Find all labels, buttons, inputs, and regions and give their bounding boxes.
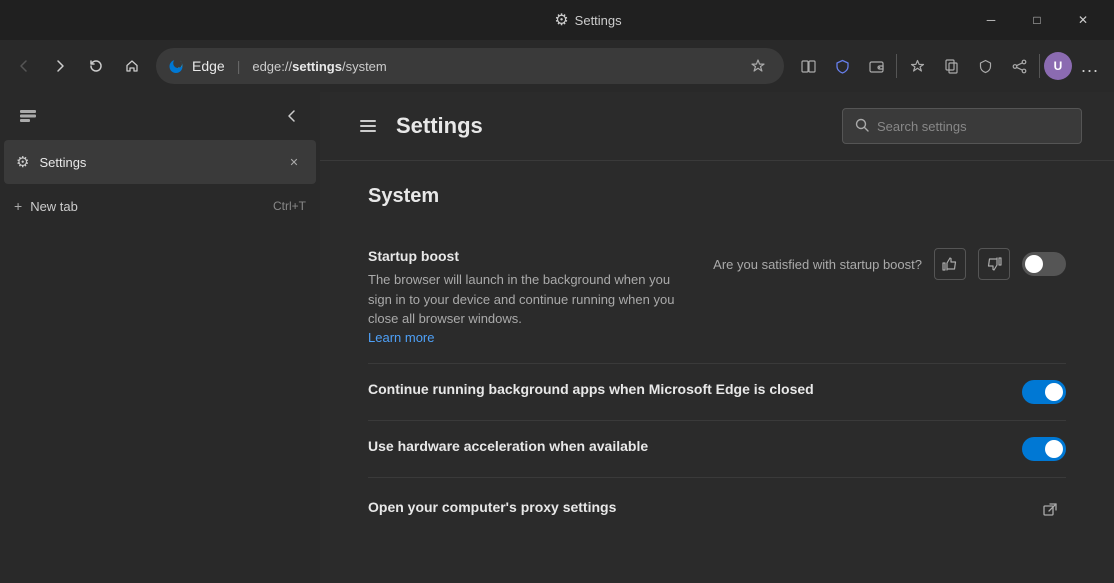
proxy-settings-info: Open your computer's proxy settings — [368, 499, 1010, 521]
startup-boost-name: Startup boost — [368, 248, 689, 264]
hardware-accel-toggle[interactable] — [1022, 437, 1066, 461]
close-button[interactable]: ✕ — [1060, 4, 1106, 36]
settings-menu-button[interactable] — [352, 110, 384, 142]
settings-tab[interactable]: ⚙ Settings ✕ — [4, 140, 316, 184]
new-tab-label: New tab — [30, 199, 265, 214]
startup-boost-desc: The browser will launch in the backgroun… — [368, 270, 689, 329]
background-apps-name: Continue running background apps when Mi… — [368, 381, 998, 397]
sidebar-header — [0, 92, 320, 140]
new-tab-row[interactable]: + New tab Ctrl+T — [0, 184, 320, 228]
hardware-accel-toggle-thumb — [1045, 440, 1063, 458]
main-area: ⚙ Settings ✕ + New tab Ctrl+T Settings — [0, 92, 1114, 583]
refresh-button[interactable] — [80, 50, 112, 82]
startup-boost-toggle-thumb — [1025, 255, 1043, 273]
hardware-accel-row: Use hardware acceleration when available — [368, 437, 1066, 461]
proxy-settings-name: Open your computer's proxy settings — [368, 499, 1010, 515]
sidebar-collapse-button[interactable] — [276, 100, 308, 132]
window-controls: ─ □ ✕ — [968, 4, 1106, 36]
startup-boost-row: Startup boost The browser will launch in… — [368, 248, 1066, 347]
startup-boost-toggle[interactable] — [1022, 252, 1066, 276]
startup-boost-controls: Are you satisfied with startup boost? — [713, 248, 1066, 280]
forward-button[interactable] — [44, 50, 76, 82]
favorite-star-button[interactable] — [744, 52, 772, 80]
search-input[interactable] — [877, 119, 1069, 134]
toolbar-divider-2 — [1039, 54, 1040, 78]
background-apps-toggle-thumb — [1045, 383, 1063, 401]
address-url: edge://settings/system — [252, 59, 386, 74]
settings-tab-gear-icon: ⚙ — [16, 153, 29, 171]
settings-tab-close-button[interactable]: ✕ — [284, 152, 304, 172]
share-button[interactable] — [1003, 50, 1035, 82]
toolbar-divider-1 — [896, 54, 897, 78]
hardware-accel-info: Use hardware acceleration when available — [368, 438, 998, 460]
hardware-accel-toggle-track — [1022, 437, 1066, 461]
more-options-button[interactable]: ... — [1074, 50, 1106, 82]
proxy-settings-controls — [1034, 494, 1066, 526]
split-screen-button[interactable] — [792, 50, 824, 82]
browser-toolbar: Edge | edge://settings/system U — [0, 40, 1114, 92]
new-tab-plus-icon: + — [14, 198, 22, 214]
wallet-button[interactable] — [860, 50, 892, 82]
startup-boost-learn-more-link[interactable]: Learn more — [368, 330, 434, 345]
startup-boost-item: Startup boost The browser will launch in… — [368, 232, 1066, 364]
new-tab-shortcut: Ctrl+T — [273, 199, 306, 213]
settings-header: Settings — [320, 92, 1114, 161]
background-apps-controls — [1022, 380, 1066, 404]
collections-button[interactable] — [935, 50, 967, 82]
minimize-button[interactable]: ─ — [968, 4, 1014, 36]
shield-button[interactable] — [826, 50, 858, 82]
background-apps-toggle[interactable] — [1022, 380, 1066, 404]
proxy-external-link-button[interactable] — [1034, 494, 1066, 526]
settings-search-bar[interactable] — [842, 108, 1082, 144]
window-title: Settings — [575, 13, 622, 28]
background-apps-row: Continue running background apps when Mi… — [368, 380, 1066, 404]
hardware-accel-item: Use hardware acceleration when available — [368, 421, 1066, 478]
address-separator: | — [237, 58, 241, 74]
proxy-settings-item: Open your computer's proxy settings — [368, 478, 1066, 542]
background-apps-item: Continue running background apps when Mi… — [368, 364, 1066, 421]
title-bar-center: ⚙ Settings — [554, 10, 621, 30]
settings-tab-label: Settings — [39, 155, 274, 170]
feedback-question: Are you satisfied with startup boost? — [713, 257, 922, 272]
favorites-button[interactable] — [901, 50, 933, 82]
browser-essentials-button[interactable] — [969, 50, 1001, 82]
profile-avatar-button[interactable]: U — [1044, 52, 1072, 80]
sidebar-logo-button[interactable] — [12, 100, 44, 132]
section-title: System — [368, 185, 1066, 208]
edge-logo-icon — [168, 58, 184, 74]
maximize-button[interactable]: □ — [1014, 4, 1060, 36]
sidebar: ⚙ Settings ✕ + New tab Ctrl+T — [0, 92, 320, 583]
content-area: Settings System Startup boost The browse… — [320, 92, 1114, 583]
address-bar[interactable]: Edge | edge://settings/system — [156, 48, 784, 84]
hardware-accel-controls — [1022, 437, 1066, 461]
proxy-settings-row: Open your computer's proxy settings — [368, 494, 1066, 526]
home-button[interactable] — [116, 50, 148, 82]
title-bar: ⚙ Settings ─ □ ✕ — [0, 0, 1114, 40]
search-icon — [855, 118, 869, 135]
startup-boost-toggle-track — [1022, 252, 1066, 276]
thumbs-up-button[interactable] — [934, 248, 966, 280]
address-edge-label: Edge — [192, 58, 225, 74]
background-apps-info: Continue running background apps when Mi… — [368, 381, 998, 403]
toolbar-icons: U ... — [792, 50, 1106, 82]
settings-content: System Startup boost The browser will la… — [320, 161, 1114, 566]
settings-page-title: Settings — [396, 113, 483, 139]
title-gear-icon: ⚙ — [554, 10, 568, 30]
back-button[interactable] — [8, 50, 40, 82]
background-apps-toggle-track — [1022, 380, 1066, 404]
startup-boost-info: Startup boost The browser will launch in… — [368, 248, 689, 347]
thumbs-down-button[interactable] — [978, 248, 1010, 280]
hardware-accel-name: Use hardware acceleration when available — [368, 438, 998, 454]
